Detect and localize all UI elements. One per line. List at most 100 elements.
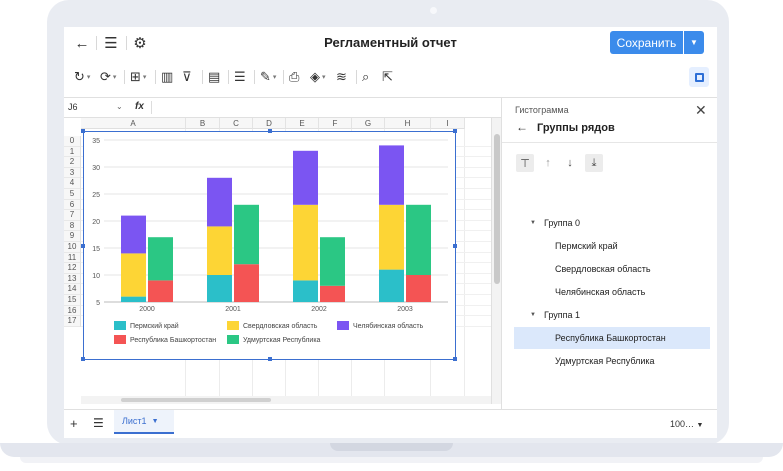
row-header[interactable]: 15 — [64, 295, 81, 306]
caret-down-icon[interactable]: ▼ — [530, 220, 536, 226]
move-up-icon[interactable]: ↑ — [539, 154, 557, 172]
add-sheet-icon[interactable]: + — [70, 416, 78, 431]
row-header[interactable]: 12 — [64, 263, 81, 274]
sheet-bar: + ☰ Лист1 ▼ 100… ▼ — [64, 409, 717, 438]
row-header[interactable]: 5 — [64, 189, 81, 200]
row-header[interactable]: 14 — [64, 284, 81, 295]
x-tick-label: 2001 — [225, 306, 241, 313]
row-header[interactable]: 17 — [64, 316, 81, 327]
column-header[interactable]: C — [220, 118, 253, 129]
sheet-tab-label: Лист1 — [122, 416, 147, 426]
close-icon[interactable]: ✕ — [695, 102, 707, 119]
tree-group[interactable]: ▼ Группа 1 — [514, 304, 710, 326]
save-button[interactable]: Сохранить — [610, 31, 683, 54]
tree-item[interactable]: Свердловская область — [514, 258, 710, 280]
pin-icon[interactable]: ✎ ▾ — [260, 67, 276, 87]
chart[interactable]: 5 10 15 20 25 30 35 2000 2001 2002 2003 Пермский кр… — [81, 129, 457, 361]
row-header[interactable]: 13 — [64, 273, 81, 285]
cell-reference[interactable]: J6 — [68, 102, 78, 112]
rows-icon[interactable]: ☰ — [234, 67, 246, 87]
chart-settings-panel: Гистограмма ✕ ← Группы рядов ⊤ ↑ ↓ ⤓ ▼ Гр… — [501, 97, 717, 409]
save-dropdown-icon[interactable]: ▼ — [684, 31, 704, 54]
panel-title: Группы рядов — [537, 122, 615, 134]
sheet-list-icon[interactable]: ☰ — [93, 416, 104, 430]
column-header[interactable]: H — [385, 118, 431, 129]
insert-icon[interactable]: ⊞ ▾ — [130, 67, 146, 87]
fill-icon[interactable]: ◈ ▾ — [310, 67, 326, 87]
tab-sheet[interactable]: Лист1 ▼ — [114, 410, 174, 434]
row-header[interactable]: 4 — [64, 178, 81, 189]
chart-icon[interactable]: ▥ — [161, 67, 173, 87]
device-notch — [330, 443, 453, 451]
bar — [379, 269, 404, 302]
bar — [207, 226, 232, 275]
divider — [228, 70, 229, 84]
tree-item-label: Республика Башкортостан — [555, 333, 666, 343]
legend-swatch — [227, 335, 239, 344]
bar — [406, 275, 431, 302]
legend-swatch — [114, 321, 126, 330]
device-shadow — [20, 457, 763, 463]
formula-bar: J6 ⌄ fx — [64, 98, 501, 118]
tree-item[interactable]: Пермский край — [514, 235, 710, 257]
row-header[interactable]: 11 — [64, 252, 81, 264]
back-arrow-icon[interactable]: ← — [516, 120, 528, 134]
column-header[interactable]: F — [319, 118, 352, 129]
scroll-thumb[interactable] — [494, 134, 500, 284]
print-icon[interactable]: ⎙ — [289, 67, 299, 87]
row-header[interactable]: 1 — [64, 146, 81, 158]
tree-item[interactable]: Республика Башкортостан — [514, 327, 710, 349]
caret-down-icon[interactable]: ▼ — [530, 312, 536, 318]
row-header[interactable]: 10 — [64, 242, 81, 253]
horizontal-scrollbar[interactable] — [81, 396, 491, 404]
row-header[interactable]: 2 — [64, 157, 81, 168]
row-header[interactable]: 0 — [64, 136, 81, 147]
row-header[interactable]: 6 — [64, 199, 81, 211]
scroll-thumb[interactable] — [121, 398, 271, 402]
row-header[interactable]: 9 — [64, 231, 81, 242]
column-header[interactable]: D — [253, 118, 286, 129]
table-icon[interactable]: ▤ — [208, 67, 220, 87]
tree-group[interactable]: ▼ Группа 0 — [514, 212, 710, 234]
add-group-icon[interactable]: ⊤ — [516, 154, 534, 172]
row-header[interactable]: 7 — [64, 210, 81, 221]
bar — [320, 285, 345, 302]
chart-type-label: Гистограмма — [515, 105, 569, 115]
export-icon[interactable]: ⇱ — [382, 67, 393, 87]
y-tick-label: 5 — [96, 300, 100, 307]
column-header[interactable]: G — [352, 118, 385, 129]
bar — [293, 204, 318, 281]
bar — [293, 280, 318, 302]
row-header[interactable]: 8 — [64, 220, 81, 232]
tree-item[interactable]: Челябинская область — [514, 281, 710, 303]
column-header[interactable]: A — [81, 118, 186, 129]
legend-swatch — [227, 321, 239, 330]
legend-swatch — [337, 321, 349, 330]
bar — [121, 215, 146, 254]
vertical-scrollbar[interactable] — [491, 118, 501, 404]
chevron-down-icon[interactable]: ▼ — [152, 418, 159, 425]
refresh-icon[interactable]: ↻ ▾ — [74, 67, 90, 87]
divider — [283, 70, 284, 84]
row-header[interactable]: 16 — [64, 305, 81, 317]
chevron-down-icon[interactable]: ⌄ — [116, 102, 123, 111]
column-header[interactable]: E — [286, 118, 319, 129]
bar — [406, 204, 431, 275]
tree-item[interactable]: Удмуртская Республика — [514, 350, 710, 372]
search-icon[interactable]: ⌕ — [362, 67, 369, 87]
toolbar: ↻ ▾ ⟳ ▾ ⊞ ▾ ▥ ⊽ ▤ ☰ ✎ ▾ ⎙ ◈ ▾ ≋ ⌕ ⇱ — [64, 64, 717, 90]
divider — [356, 70, 357, 84]
move-down-icon[interactable]: ↓ — [561, 154, 579, 172]
download-icon[interactable]: ⤓ — [585, 154, 603, 172]
zoom-select[interactable]: 100… ▼ — [670, 419, 703, 429]
filter-icon[interactable]: ⊽ — [182, 67, 192, 87]
sync-icon[interactable]: ⟳ ▾ — [100, 67, 116, 87]
column-header[interactable]: B — [186, 118, 220, 129]
panel-toggle-icon[interactable] — [689, 67, 709, 87]
format-icon[interactable]: ≋ — [336, 67, 347, 87]
row-header[interactable]: 3 — [64, 167, 81, 179]
legend-label: Свердловская область — [243, 322, 318, 330]
column-header[interactable]: I — [431, 118, 465, 129]
y-tick-label: 35 — [92, 138, 100, 145]
divider — [155, 70, 156, 84]
